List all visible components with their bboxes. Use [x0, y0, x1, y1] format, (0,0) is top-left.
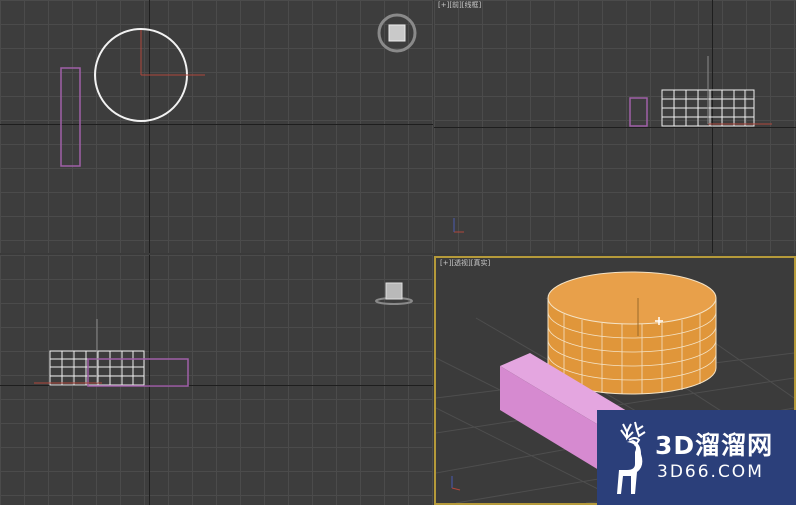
watermark: 3D溜溜网 3D66.COM — [597, 410, 796, 505]
brand-name-en: 3D66.COM — [657, 462, 764, 482]
top-view-objects — [60, 28, 205, 167]
viewcube-left — [375, 282, 413, 305]
left-view-objects — [34, 319, 189, 387]
box-outline-top — [60, 67, 81, 167]
viewcube-top — [377, 13, 417, 53]
home-grid-x — [451, 487, 461, 491]
box-outline-front — [629, 97, 648, 127]
front-view-objects — [453, 56, 772, 233]
viewcube-icon[interactable] — [376, 12, 418, 58]
box-outline-left — [87, 358, 189, 387]
viewcube-icon[interactable] — [374, 279, 414, 313]
brand-name-cn: 3D溜溜网 — [655, 431, 774, 460]
viewport-front[interactable]: [+][前][线框] — [434, 0, 796, 253]
viewport-left[interactable] — [0, 255, 433, 505]
viewport-top[interactable] — [0, 0, 433, 253]
deer-icon — [617, 421, 646, 494]
cylinder-mesh — [547, 271, 717, 395]
